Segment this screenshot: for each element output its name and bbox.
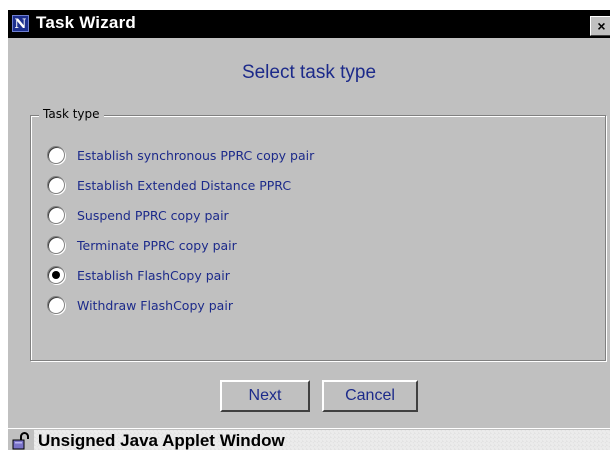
cancel-button[interactable]: Cancel [322,380,418,412]
option-label: Terminate PPRC copy pair [77,237,237,253]
option-terminate-pprc[interactable]: Terminate PPRC copy pair [47,234,237,256]
task-wizard-window: N Task Wizard × Select task type Task ty… [6,8,610,450]
option-withdraw-flashcopy[interactable]: Withdraw FlashCopy pair [47,294,233,316]
option-label: Establish FlashCopy pair [77,267,230,283]
radio-button[interactable] [47,176,65,194]
unlocked-padlock-icon [12,432,29,450]
wizard-heading: Select task type [241,62,377,83]
group-label: Task type [39,107,104,121]
netscape-n-icon: N [12,15,29,32]
task-type-group: Task type Establish synchronous PPRC cop… [30,107,606,361]
option-establish-synchronous-pprc[interactable]: Establish synchronous PPRC copy pair [47,144,314,166]
radio-button[interactable] [47,206,65,224]
close-button[interactable]: × [590,16,610,36]
option-establish-flashcopy[interactable]: Establish FlashCopy pair [47,264,230,286]
radio-button[interactable] [47,236,65,254]
radio-button[interactable] [47,296,65,314]
radio-button[interactable] [47,146,65,164]
option-establish-extended-distance-pprc[interactable]: Establish Extended Distance PPRC [47,174,291,196]
radio-button[interactable] [47,266,65,284]
next-button[interactable]: Next [220,380,310,412]
option-label: Suspend PPRC copy pair [77,207,229,223]
status-text: Unsigned Java Applet Window [34,430,610,450]
option-label: Withdraw FlashCopy pair [77,297,233,313]
option-suspend-pprc[interactable]: Suspend PPRC copy pair [47,204,229,226]
window-title: Task Wizard [36,13,136,32]
option-label: Establish synchronous PPRC copy pair [77,147,315,163]
title-bar[interactable]: N Task Wizard × [8,10,610,38]
option-label: Establish Extended Distance PPRC [77,177,292,193]
status-bar: Unsigned Java Applet Window [8,428,610,450]
